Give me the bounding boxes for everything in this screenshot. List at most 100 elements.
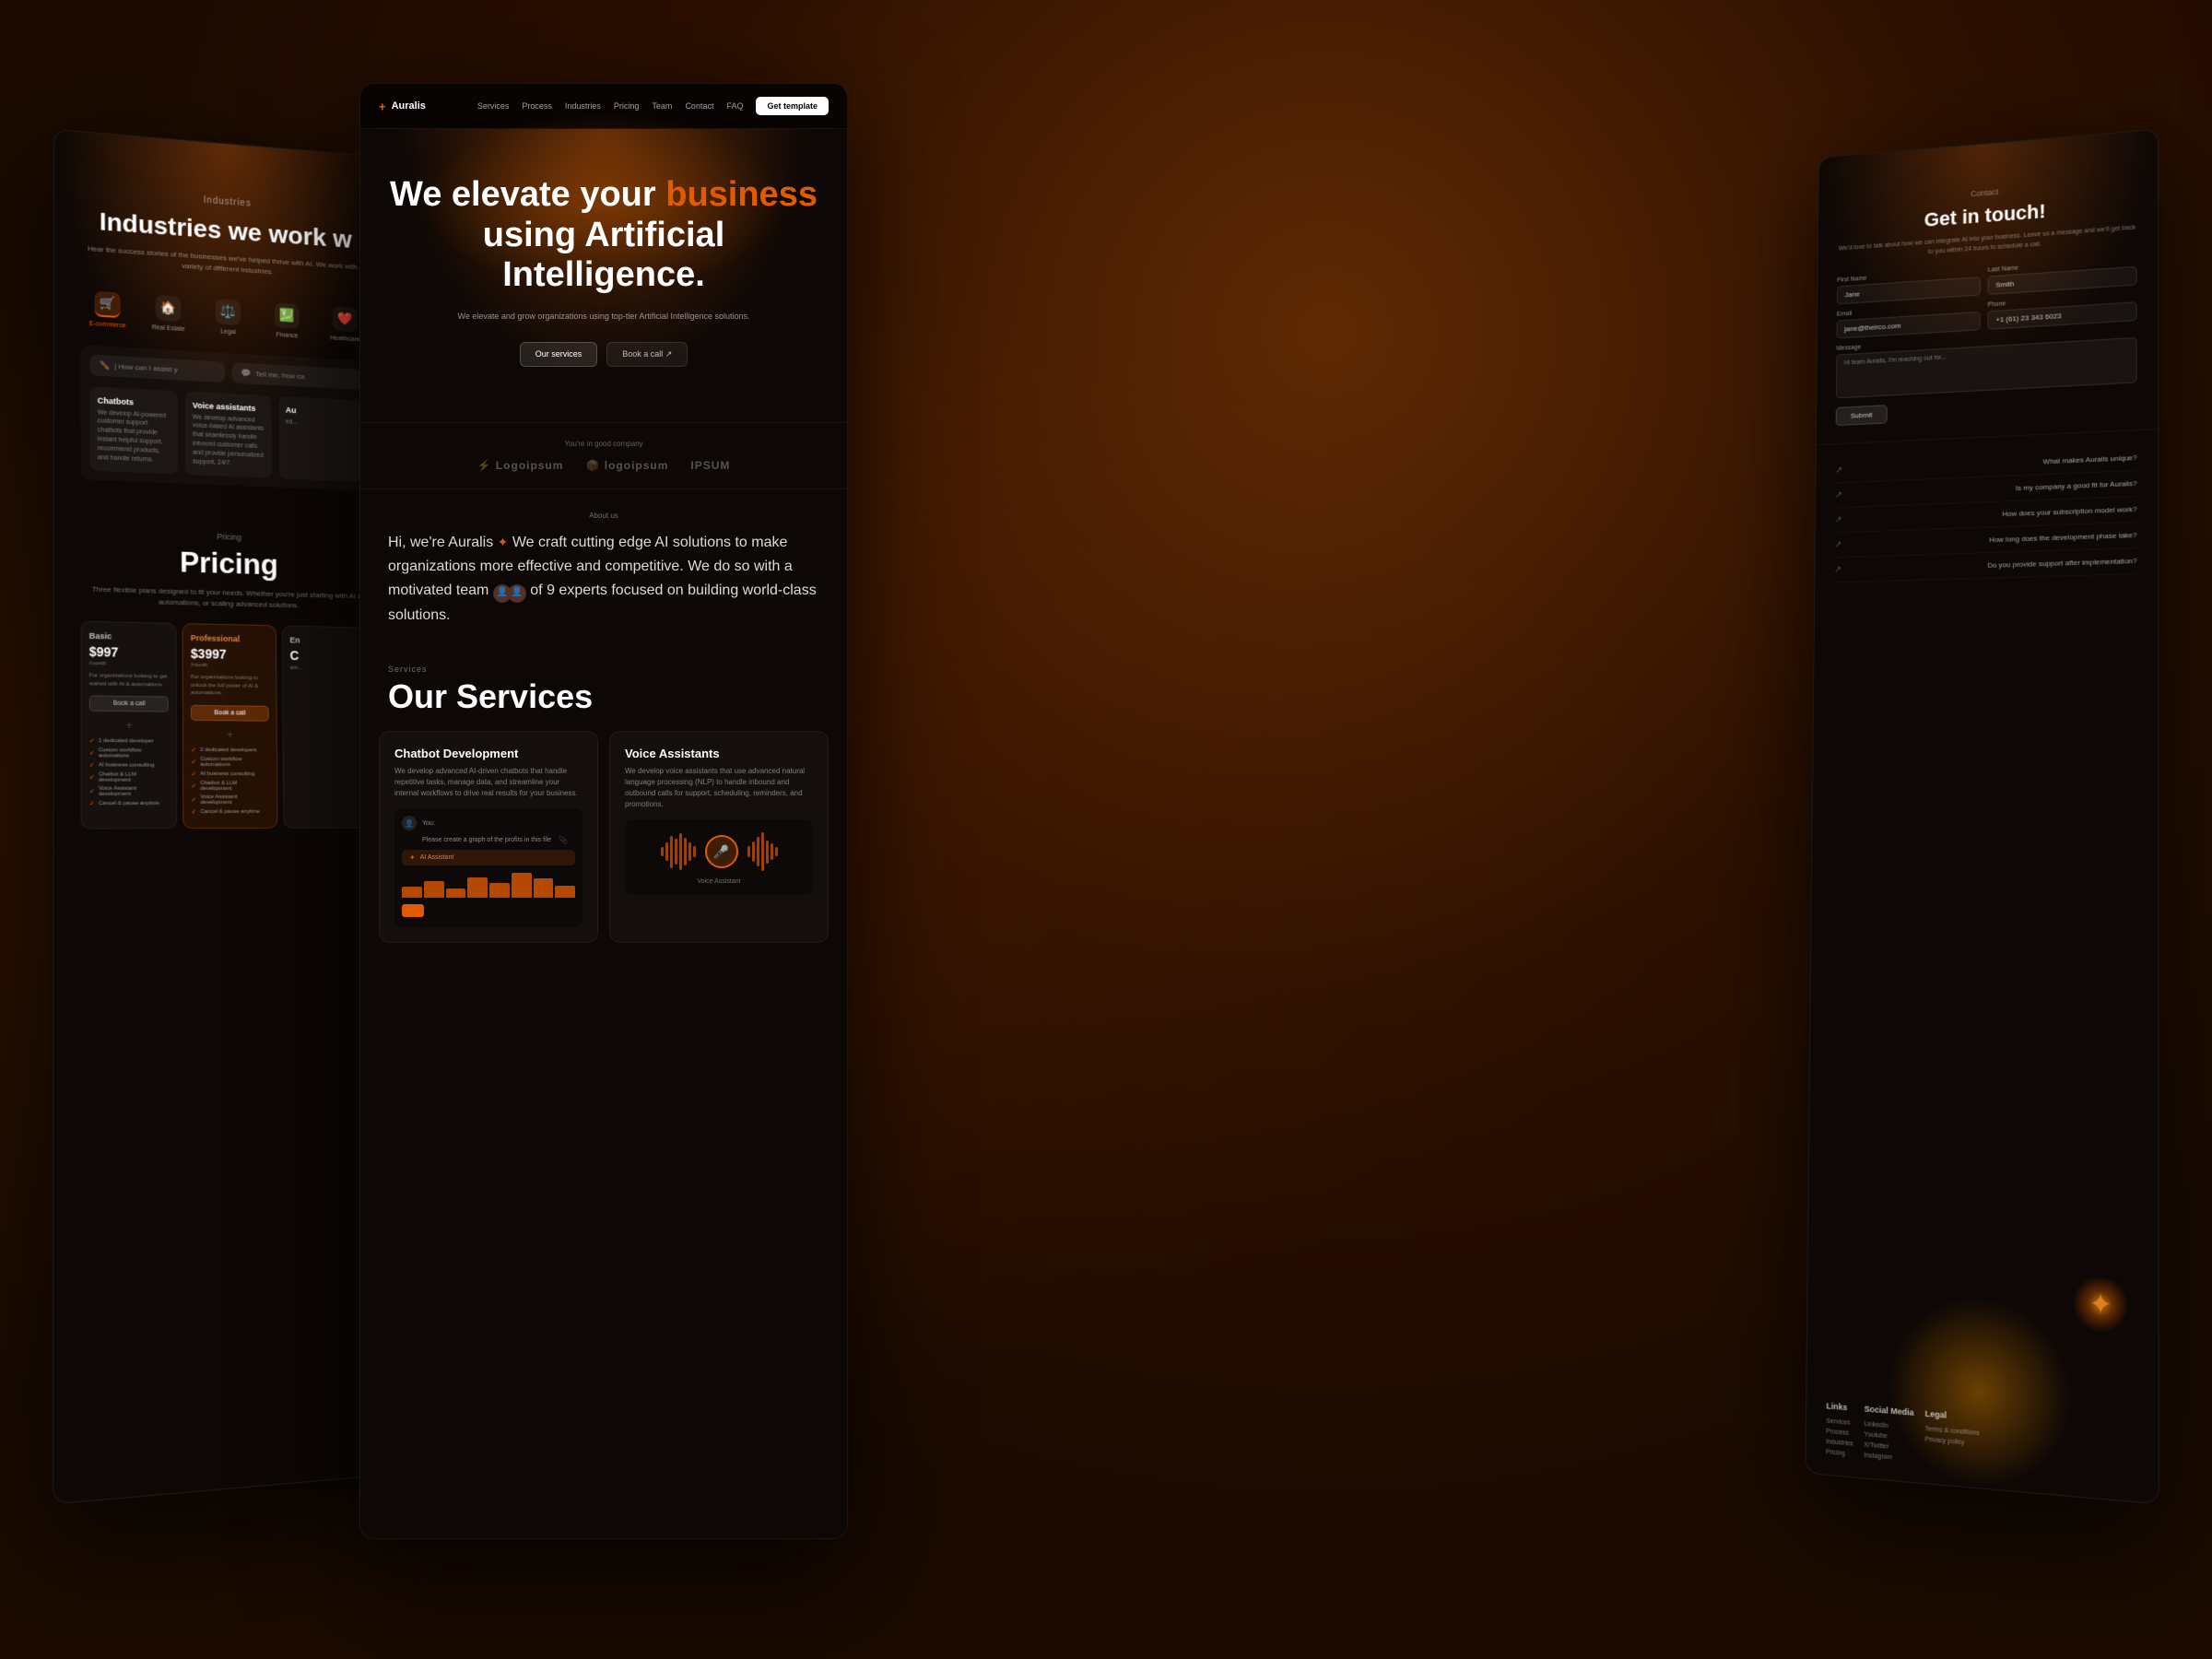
voice-card-desc: We develop voice assistants that use adv…	[625, 766, 813, 810]
pricing-title: Pricing	[80, 543, 372, 585]
faq-expand-icon-4: ↗	[1834, 540, 1841, 550]
faq-expand-icon-2: ↗	[1835, 490, 1842, 500]
voice-assistant-label: Voice Assistant	[697, 878, 740, 885]
pricing-cards: Basic $997 /month For organizations look…	[80, 621, 374, 829]
faq-expand-icon-5: ↗	[1834, 565, 1841, 575]
chat-msg-content: Please create a graph of the profits in …	[422, 837, 551, 843]
tab-finance[interactable]: 💹 Finance	[257, 294, 316, 347]
chat-input-1[interactable]: ✏️ | How can I assist y	[90, 354, 225, 382]
phone-field: Phone +1 (61) 23 343 6023	[1987, 292, 2136, 329]
nav-process[interactable]: Process	[522, 101, 552, 111]
submit-button[interactable]: Submit	[1836, 405, 1888, 426]
basic-desc: For organizations looking to get started…	[89, 673, 169, 689]
footer-youtube[interactable]: Youtube	[1865, 1431, 1914, 1442]
services-section-wrapper: Services Our Services Chatbot Developmen…	[360, 650, 847, 961]
service-mini-cards: Chatbots We develop AI-powered customer …	[90, 386, 363, 482]
footer-section: ✦ Links Services Process Industries Pric…	[1806, 1384, 2158, 1503]
service-cards-grid: Chatbot Development We develop advanced …	[360, 731, 847, 961]
wave-l3	[670, 836, 673, 868]
nav-team[interactable]: Team	[652, 101, 672, 111]
nav-faq[interactable]: FAQ	[726, 101, 743, 111]
avatar-2: 👤	[508, 584, 526, 603]
basic-name: Basic	[89, 631, 169, 642]
footer-link-services[interactable]: Services	[1826, 1418, 1853, 1428]
footer-star-glow: ✦	[2063, 1264, 2139, 1346]
sparkle-icon: ✦	[498, 535, 509, 549]
chat-demo-area: ✏️ | How can I assist y 💬 Tell me, how c…	[80, 345, 371, 492]
ecommerce-label: E-commerce	[89, 321, 126, 329]
book-call-button[interactable]: Book a call ↗	[606, 342, 688, 367]
auto-mini-card: Au ed...	[278, 395, 363, 482]
about-section: About us Hi, we're Auralis ✦ We craft cu…	[360, 489, 847, 651]
nav-services[interactable]: Services	[477, 101, 510, 111]
pencil-icon: ✏️	[100, 360, 110, 371]
ent-desc: adv...	[289, 665, 365, 674]
bar-8	[555, 886, 575, 899]
faq-q-5: Do you provide support after implementat…	[1987, 557, 2136, 570]
faq-q-4: How long does the development phase take…	[1989, 531, 2137, 544]
chat-input-2[interactable]: 💬 Tell me, how ca	[232, 362, 362, 390]
industries-tabs: 🛒 E-commerce 🏠 Real Estate ⚖️ Legal 💹 Fi…	[76, 282, 373, 350]
chat-user-label: You:	[422, 820, 435, 827]
basic-plus: +	[89, 719, 170, 733]
services-title: Our Services	[360, 677, 847, 731]
nav-contact[interactable]: Contact	[685, 101, 713, 111]
nav-industries[interactable]: Industries	[565, 101, 601, 111]
logo-text: Auralis	[392, 100, 426, 112]
pricing-section: Pricing Pricing Three flexible plans des…	[54, 508, 400, 847]
partners-logos: ⚡ Logoipsum 📦 logoipsum IPSUM	[379, 459, 829, 472]
bar-5	[489, 883, 510, 899]
center-card: + Auralis Services Process Industries Pr…	[359, 83, 848, 1539]
footer-instagram[interactable]: Instagram	[1864, 1453, 1913, 1464]
services-section-label: Services	[360, 650, 847, 677]
wave-l5	[679, 833, 682, 870]
chatbot-service-card: Chatbot Development We develop advanced …	[379, 731, 598, 943]
footer-legal-col: Legal Terms & conditions Privacy policy	[1924, 1409, 1980, 1473]
footer-linkedin[interactable]: LinkedIn	[1865, 1421, 1914, 1432]
experts-count: of 9 experts	[530, 582, 607, 598]
footer-link-pricing[interactable]: Pricing	[1826, 1449, 1853, 1458]
our-services-button[interactable]: Our services	[520, 342, 598, 367]
basic-f4: ✓Chatbot & LLM development	[89, 772, 170, 783]
partner-logo-1: ⚡ Logoipsum	[477, 459, 564, 472]
get-template-button[interactable]: Get template	[756, 97, 829, 115]
pro-cta[interactable]: Book a call	[191, 704, 268, 721]
basic-cta[interactable]: Book a call	[89, 696, 169, 712]
basic-price: $997	[89, 644, 169, 661]
ent-name: En	[289, 636, 365, 646]
nav-links: Services Process Industries Pricing Team…	[477, 101, 744, 111]
voice-service-card: Voice Assistants We develop voice assist…	[609, 731, 829, 943]
ai-spark-icon: ✦	[409, 853, 416, 862]
footer-link-industries[interactable]: Industries	[1826, 1439, 1853, 1448]
microphone-button[interactable]: 🎤	[705, 835, 738, 868]
footer-link-process[interactable]: Process	[1826, 1429, 1853, 1438]
footer-privacy[interactable]: Privacy policy	[1924, 1436, 1979, 1447]
footer-terms[interactable]: Terms & conditions	[1924, 1426, 1979, 1437]
tab-legal[interactable]: ⚖️ Legal	[198, 290, 258, 344]
tab-ecommerce[interactable]: 🛒 E-commerce	[76, 282, 137, 336]
wave-l8	[693, 846, 696, 858]
logo: + Auralis	[379, 100, 426, 113]
left-card: Industries Industries we work w Hear the…	[53, 129, 406, 1505]
bar-7	[534, 878, 554, 898]
wave-r4	[761, 832, 764, 872]
pro-name: Professional	[191, 634, 268, 645]
plan-basic: Basic $997 /month For organizations look…	[80, 621, 177, 829]
footer-twitter[interactable]: X/Twitter	[1864, 1441, 1913, 1453]
pro-price: $3997	[191, 646, 268, 662]
ai-chart	[402, 870, 575, 898]
bar-4	[467, 877, 488, 899]
wave-l6	[684, 838, 687, 865]
chat-user-message: 👤 You:	[402, 816, 575, 830]
nav-pricing[interactable]: Pricing	[614, 101, 640, 111]
legal-label: Legal	[220, 328, 236, 335]
hero-subtitle: We elevate and grow organizations using …	[447, 311, 760, 324]
navbar: + Auralis Services Process Industries Pr…	[360, 84, 847, 129]
last-name-field: Last Name Smith	[1988, 257, 2137, 295]
tab-realestate[interactable]: 🏠 Real Estate	[138, 287, 199, 341]
scene: Industries Industries we work w Hear the…	[0, 0, 2212, 1659]
user-avatar-icon: 👤	[402, 816, 417, 830]
faq-q-3: How does your subscription model work?	[2002, 505, 2136, 518]
contact-section: Contact Get in touch! We'd love to talk …	[1817, 130, 2158, 444]
footer-legal-title: Legal	[1924, 1409, 1979, 1423]
